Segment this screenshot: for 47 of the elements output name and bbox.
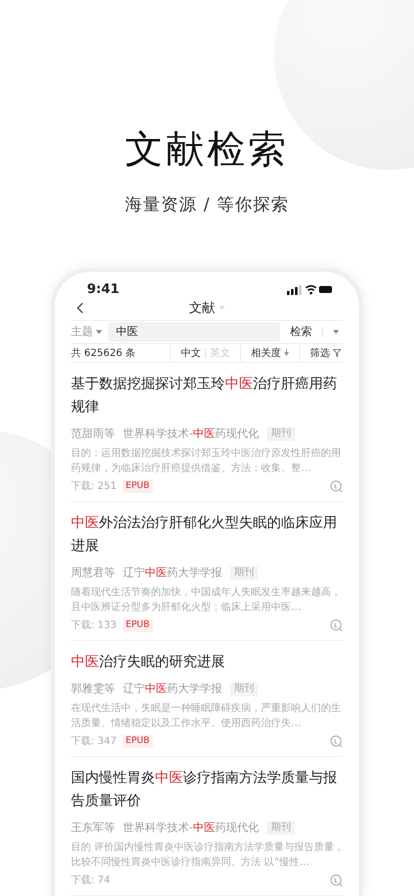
format-tag: EPUB bbox=[122, 480, 153, 492]
type-tag: 期刊 bbox=[230, 566, 258, 580]
article-title[interactable]: 国内慢性胃炎中医诊疗指南方法学质量与报告质量评价 bbox=[71, 767, 343, 813]
article-authors: 范甜雨等 bbox=[71, 426, 115, 441]
article-source: 辽宁中医药大学学报 bbox=[123, 681, 222, 696]
hero-subtitle: 海量资源 / 等你探索 bbox=[125, 194, 289, 216]
article-source: 世界科学技术-中医药现代化 bbox=[123, 820, 259, 835]
article-source: 辽宁中医药大学学报 bbox=[123, 565, 222, 580]
article-abstract: 在现代生活中，失眠是一种睡眠障碍疾病，严重影响人们的生活质量、情绪稳定以及工作水平。使用西药治疗失… bbox=[71, 702, 342, 731]
article-authors: 王东军等 bbox=[71, 820, 115, 835]
format-tag: EPUB bbox=[122, 618, 153, 632]
caret-icon[interactable] bbox=[333, 330, 339, 334]
caret-icon bbox=[219, 306, 225, 310]
format-tag: EPUB bbox=[122, 734, 153, 748]
status-time: 9:41 bbox=[87, 282, 120, 297]
cite-icon[interactable] bbox=[330, 734, 343, 748]
download-count: 下载: 74 bbox=[71, 874, 110, 887]
filter-button[interactable]: 筛选 bbox=[310, 346, 341, 360]
article-title[interactable]: 中医治疗失眠的研究进展 bbox=[71, 651, 343, 674]
cite-icon[interactable] bbox=[330, 874, 343, 886]
article-authors: 郭雅雯等 bbox=[71, 681, 115, 696]
type-tag: 期刊 bbox=[266, 820, 295, 834]
download-count: 下载: 251 bbox=[71, 480, 117, 493]
search-field[interactable]: 中医 bbox=[108, 322, 280, 342]
cite-icon[interactable] bbox=[330, 480, 343, 492]
type-tag: 期刊 bbox=[266, 426, 295, 440]
type-tag: 期刊 bbox=[230, 682, 258, 696]
result-count: 共 625626 条 bbox=[71, 346, 137, 361]
sort-arrow-icon bbox=[284, 349, 289, 356]
download-count: 下载: 347 bbox=[71, 734, 117, 748]
nav-title: 文献 bbox=[189, 300, 215, 318]
search-button[interactable]: 检索 bbox=[286, 324, 316, 340]
article-authors: 周慧君等 bbox=[71, 565, 115, 580]
article-title[interactable]: 中医外治法治疗肝郁化火型失眠的临床应用进展 bbox=[71, 512, 343, 558]
download-count: 下载: 133 bbox=[71, 618, 117, 632]
article-source: 世界科学技术-中医药现代化 bbox=[123, 426, 259, 441]
sort-button[interactable]: 相关度 bbox=[251, 346, 289, 360]
cite-icon[interactable] bbox=[330, 618, 343, 632]
language-tab[interactable]: 中文 bbox=[181, 346, 201, 360]
filter-icon bbox=[333, 348, 341, 357]
caret-icon bbox=[96, 330, 102, 334]
status-icons bbox=[287, 284, 333, 295]
hero-title: 文献检索 bbox=[125, 126, 289, 173]
article-abstract: 目的 评价国内慢性胃炎中医诊疗指南方法学质量与报告质量，比较不同慢性胃炎中医诊疗指南异同。方法 以“慢性… bbox=[71, 840, 346, 870]
article-abstract: 随着现代生活节奏的加快，中国成年人失眠发生率越来越高，且中医辨证分型多为肝郁化火型；临床上采用中医… bbox=[71, 586, 342, 615]
article-title[interactable]: 基于数据挖掘探讨郑玉玲中医治疗肝癌用药规律 bbox=[71, 373, 343, 419]
article-abstract: 目的：运用数据挖掘技术探讨郑玉玲中医治疗原发性肝癌的用药规律，为临床治疗肝癌提供借鉴。方法：收集、整… bbox=[71, 446, 342, 476]
